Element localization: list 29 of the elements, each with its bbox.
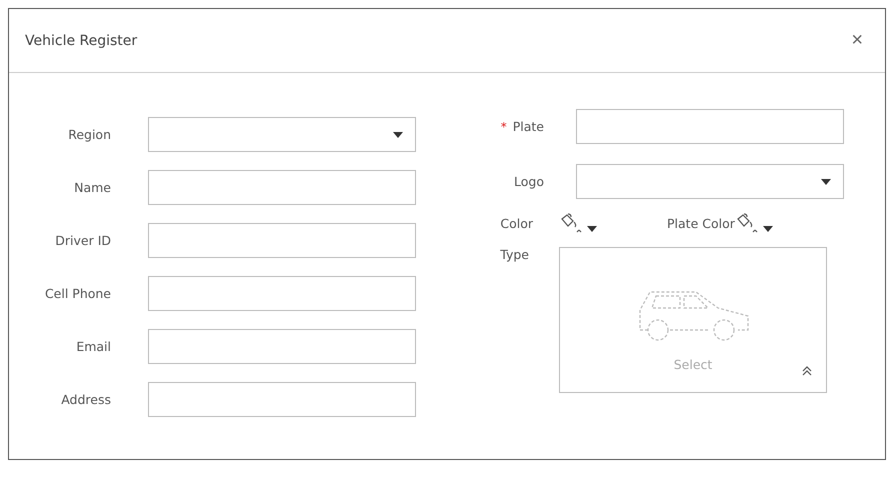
field-label: Plate Color xyxy=(667,216,735,230)
input-field[interactable] xyxy=(148,223,416,258)
field-label: Name xyxy=(73,180,111,195)
dropdown-caret-icon[interactable] xyxy=(587,226,597,232)
dropdown-caret-icon[interactable] xyxy=(393,132,403,138)
double-chevron-up-icon[interactable] xyxy=(802,366,812,376)
label-text: Logo xyxy=(514,174,544,189)
input-field[interactable] xyxy=(148,276,416,311)
field-label: Region xyxy=(67,127,111,142)
dropdown-field[interactable] xyxy=(576,164,844,199)
field-label: Driver ID xyxy=(54,233,111,248)
field-label: Color xyxy=(499,216,533,230)
input-field[interactable] xyxy=(576,109,844,144)
field-label: Cell Phone xyxy=(44,286,111,301)
input-field[interactable] xyxy=(148,382,416,417)
label-text: Plate xyxy=(512,119,544,134)
dropdown-field[interactable] xyxy=(148,117,416,152)
color-picker-icon[interactable] xyxy=(559,213,583,233)
input-field[interactable] xyxy=(148,170,416,205)
dropdown-caret-icon[interactable] xyxy=(762,226,773,232)
dropdown-caret-icon[interactable] xyxy=(821,178,831,184)
close-button[interactable]: × xyxy=(847,29,867,52)
window-title: Vehicle Register xyxy=(25,32,138,48)
field-label: Type xyxy=(499,247,529,262)
color-picker-icon[interactable] xyxy=(734,213,759,233)
field-label: Email xyxy=(75,339,111,354)
field-label: Address xyxy=(60,392,111,407)
input-field[interactable] xyxy=(148,329,416,364)
required-mark: * xyxy=(500,120,507,134)
